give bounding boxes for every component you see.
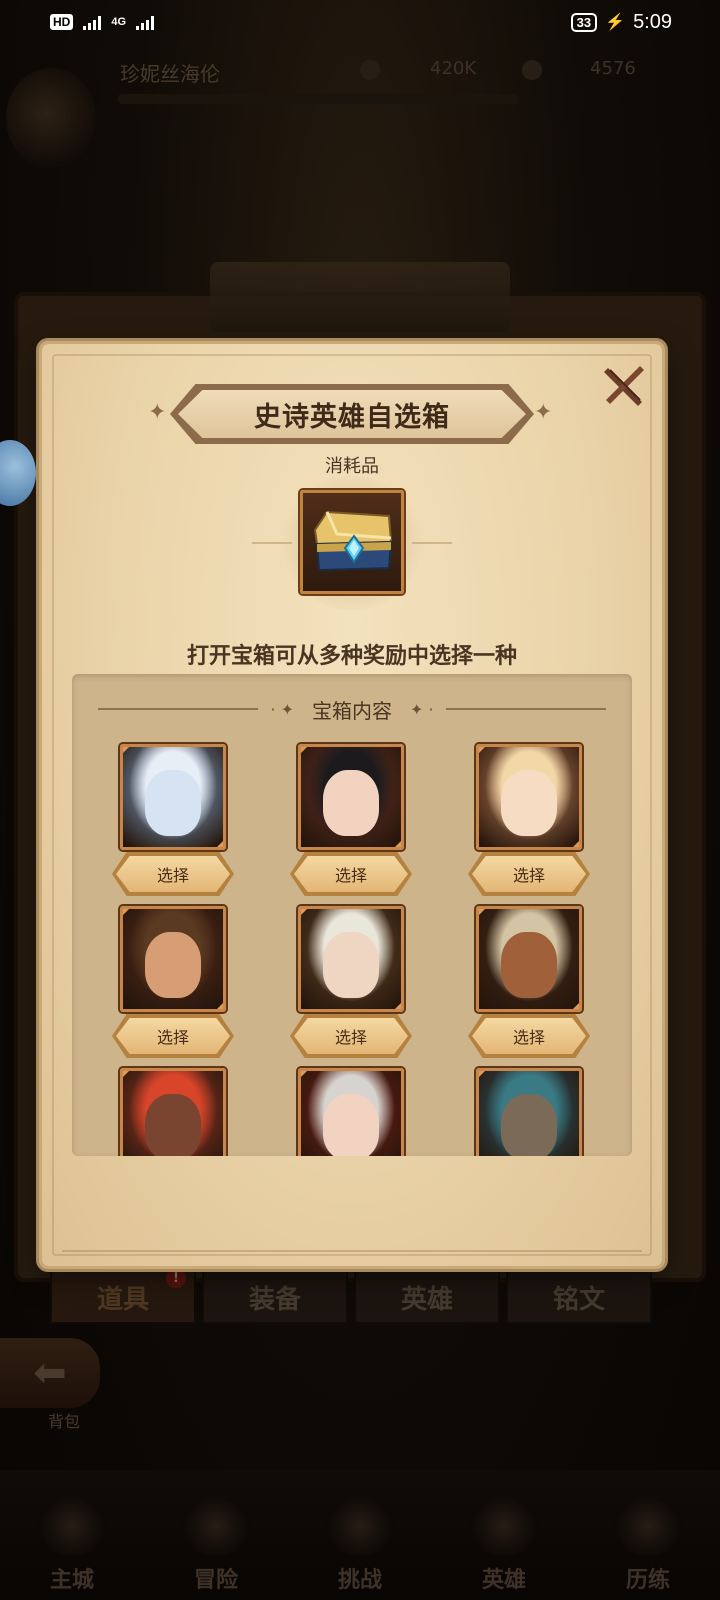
hero-portrait-golden-lady[interactable]: [476, 744, 582, 850]
hero-face: [145, 1094, 201, 1156]
hero-portrait-red-hood[interactable]: [298, 1068, 404, 1156]
frame-corner: [479, 747, 488, 756]
frame-corner: [392, 1000, 401, 1009]
signal-icon-2: [136, 14, 155, 30]
frame-corner: [123, 1071, 132, 1080]
close-icon: [604, 366, 644, 406]
sparkle-icon: · ✦: [270, 699, 294, 719]
hero-face: [323, 770, 379, 836]
frame-corner: [479, 909, 488, 918]
chest-dialog: 史诗英雄自选箱 ✦ ✦ 消耗品 打开宝箱可从多种奖励中选择一种 · ✦ 宝箱内容…: [42, 344, 662, 1266]
charging-icon: ⚡: [605, 14, 626, 31]
select-button[interactable]: 选择: [294, 1018, 408, 1054]
frame-corner: [301, 747, 310, 756]
divider-line: [98, 708, 259, 710]
chest-contents-panel[interactable]: · ✦ 宝箱内容 ✦ · 选择 选择 选择 选择 选择 选择: [72, 674, 632, 1156]
title-ribbon: 史诗英雄自选箱: [178, 390, 526, 438]
frame-corner: [214, 1000, 223, 1009]
frame-corner: [570, 1000, 579, 1009]
hero-portrait-white-assassin[interactable]: [298, 906, 404, 1012]
select-button[interactable]: 选择: [116, 1018, 230, 1054]
status-bar: HD 4G 33 ⚡ 5:09: [0, 0, 720, 44]
divider-line: [445, 708, 606, 710]
hero-face: [323, 932, 379, 998]
hero-portrait-ranger[interactable]: [120, 906, 226, 1012]
frame-corner: [301, 1071, 310, 1080]
frame-corner: [214, 838, 223, 847]
clock: 5:09: [633, 10, 672, 33]
item-category: 消耗品: [325, 456, 379, 477]
contents-header: · ✦ 宝箱内容 ✦ ·: [72, 694, 632, 724]
item-description: 打开宝箱可从多种奖励中选择一种: [186, 644, 517, 669]
hero-face: [323, 1094, 379, 1156]
hero-portrait-minotaur[interactable]: [476, 906, 582, 1012]
select-button[interactable]: 选择: [294, 856, 408, 892]
hero-portrait-nun[interactable]: [298, 744, 404, 850]
frame-corner: [123, 909, 132, 918]
hero-face: [501, 932, 557, 998]
star-ornament-icon: ✦: [148, 400, 167, 425]
star-ornament-icon: ✦: [534, 400, 553, 425]
frame-corner: [570, 838, 579, 847]
select-button[interactable]: 选择: [472, 1018, 586, 1054]
network-label: 4G: [111, 16, 127, 28]
sparkle-icon: ✦ ·: [410, 699, 434, 719]
battery-indicator: 33: [570, 12, 598, 32]
frame-corner: [123, 747, 132, 756]
select-button[interactable]: 选择: [116, 856, 230, 892]
hero-face: [145, 932, 201, 998]
signal-icon: [83, 14, 102, 30]
hero-face: [501, 1094, 557, 1156]
hero-portrait-ice-queen[interactable]: [120, 744, 226, 850]
select-button[interactable]: 选择: [472, 856, 586, 892]
hero-face: [501, 770, 557, 836]
close-button[interactable]: [596, 358, 652, 414]
frame-corner: [301, 909, 310, 918]
hero-portrait-red-warrior[interactable]: [120, 1068, 226, 1156]
frame-corner: [479, 1071, 488, 1080]
dialog-bottom-edge: [62, 1250, 642, 1252]
treasure-chest-icon: [300, 490, 404, 594]
hero-portrait-orc[interactable]: [476, 1068, 582, 1156]
hero-face: [145, 770, 201, 836]
dialog-title: 史诗英雄自选箱: [254, 401, 450, 433]
hd-indicator: HD: [50, 14, 74, 30]
contents-title: 宝箱内容: [312, 698, 392, 723]
frame-corner: [392, 838, 401, 847]
